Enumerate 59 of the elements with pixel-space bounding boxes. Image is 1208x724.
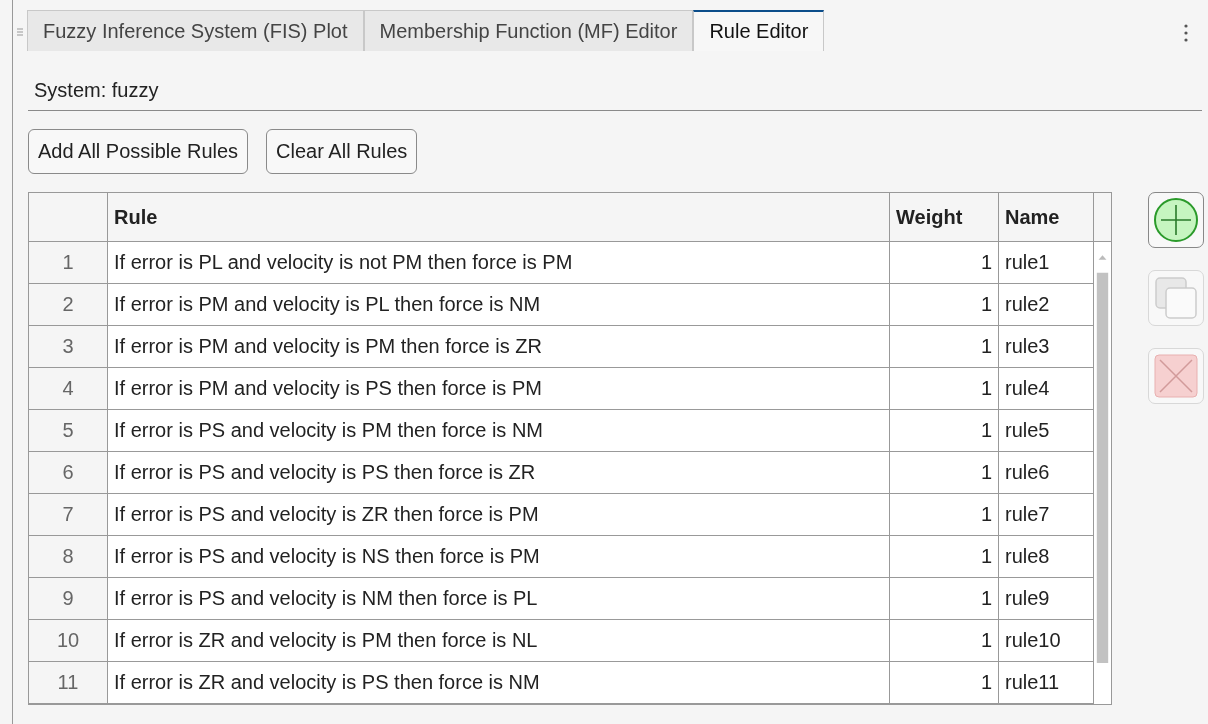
row-number: 4 <box>29 367 108 410</box>
row-number: 11 <box>29 661 108 704</box>
table-cell[interactable]: rule2 <box>998 283 1094 326</box>
more-options-icon[interactable] <box>1184 24 1188 42</box>
row-number: 6 <box>29 451 108 494</box>
tab[interactable]: Rule Editor <box>693 10 825 51</box>
table-cell[interactable]: rule10 <box>998 619 1094 662</box>
table-cell[interactable]: rule4 <box>998 367 1094 410</box>
table-cell[interactable]: If error is ZR and velocity is PS then force is NM <box>107 661 890 704</box>
table-cell[interactable]: 1 <box>889 241 999 284</box>
row-number: 2 <box>29 283 108 326</box>
tab[interactable]: Membership Function (MF) Editor <box>363 10 694 51</box>
table-cell[interactable]: If error is PL and velocity is not PM then force is PM <box>107 241 890 284</box>
tab[interactable]: Fuzzy Inference System (FIS) Plot <box>27 10 364 51</box>
grip-icon[interactable] <box>17 28 23 38</box>
table-cell[interactable]: 1 <box>889 409 999 452</box>
table-cell[interactable]: rule7 <box>998 493 1094 536</box>
row-number: 5 <box>29 409 108 452</box>
table-cell[interactable]: rule8 <box>998 535 1094 578</box>
table-cell[interactable]: 1 <box>889 661 999 704</box>
row-number: 9 <box>29 577 108 620</box>
action-button[interactable]: Add All Possible Rules <box>28 129 249 174</box>
table-cell[interactable]: If error is PS and velocity is NM then force is PL <box>107 577 890 620</box>
copy-icon <box>1154 276 1198 320</box>
action-button[interactable]: Clear All Rules <box>266 129 418 174</box>
table-cell[interactable]: rule5 <box>998 409 1094 452</box>
table-cell[interactable]: rule1 <box>998 241 1094 284</box>
table-cell[interactable]: 1 <box>889 367 999 410</box>
table-cell[interactable]: 1 <box>889 283 999 326</box>
row-number: 3 <box>29 325 108 368</box>
table-cell[interactable]: 1 <box>889 577 999 620</box>
add-button[interactable] <box>1148 192 1204 248</box>
table-cell[interactable]: rule11 <box>998 661 1094 704</box>
table-cell[interactable]: If error is PM and velocity is PM then force is ZR <box>107 325 890 368</box>
table-cell[interactable]: 1 <box>889 451 999 494</box>
system-label: System: fuzzy <box>34 79 159 101</box>
table-cell[interactable]: rule9 <box>998 577 1094 620</box>
row-number: 10 <box>29 619 108 662</box>
row-number: 1 <box>29 241 108 284</box>
table-cell[interactable]: If error is PM and velocity is PS then force is PM <box>107 367 890 410</box>
table-cell[interactable]: rule6 <box>998 451 1094 494</box>
table-cell[interactable]: 1 <box>889 535 999 578</box>
table-cell[interactable]: If error is PS and velocity is NS then force is PM <box>107 535 890 578</box>
table-cell[interactable]: 1 <box>889 619 999 662</box>
column-header[interactable]: Name <box>998 193 1094 242</box>
table-cell[interactable]: If error is PS and velocity is PM then force is NM <box>107 409 890 452</box>
delete-icon <box>1154 354 1198 398</box>
column-header[interactable]: Rule <box>107 193 890 242</box>
table-cell[interactable]: If error is PM and velocity is PL then force is NM <box>107 283 890 326</box>
plus-circle-icon <box>1153 197 1199 243</box>
table-cell[interactable]: rule3 <box>998 325 1094 368</box>
table-cell[interactable]: If error is ZR and velocity is PM then force is NL <box>107 619 890 662</box>
table-cell[interactable]: 1 <box>889 493 999 536</box>
table-cell[interactable]: If error is PS and velocity is ZR then force is PM <box>107 493 890 536</box>
table-cell[interactable]: 1 <box>889 325 999 368</box>
table-cell[interactable]: If error is PS and velocity is PS then force is ZR <box>107 451 890 494</box>
row-number: 8 <box>29 535 108 578</box>
row-number: 7 <box>29 493 108 536</box>
column-header[interactable]: Weight <box>889 193 999 242</box>
